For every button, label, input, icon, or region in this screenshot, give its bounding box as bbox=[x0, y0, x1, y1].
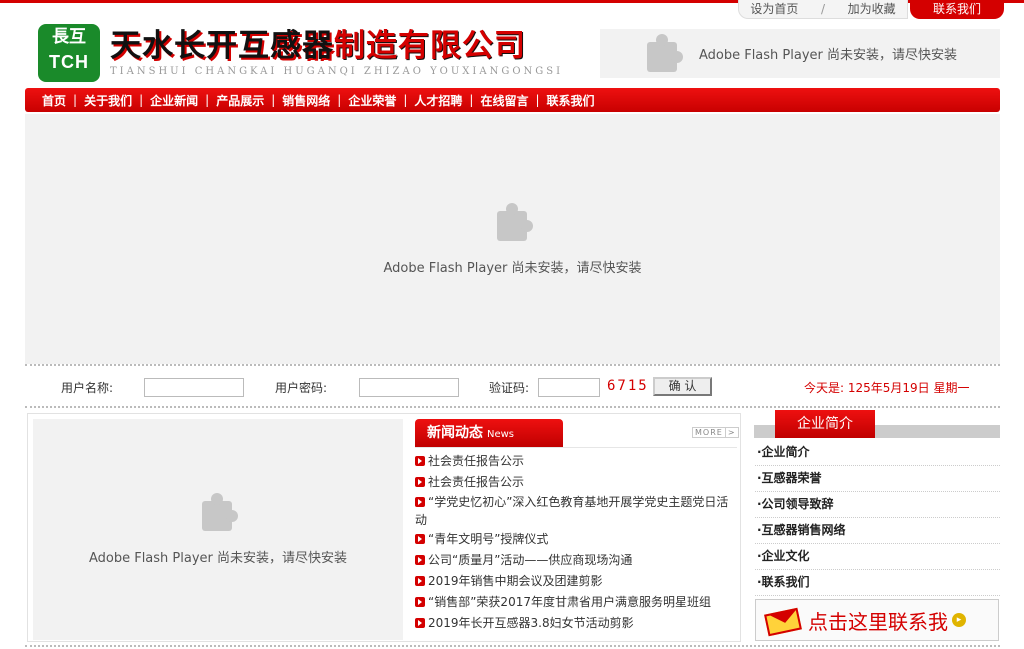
arrow-bullet-icon bbox=[415, 477, 425, 487]
sidebar-title: 企业简介 bbox=[775, 410, 875, 438]
arrow-bullet-icon bbox=[415, 534, 425, 544]
captcha-label: 验证码: bbox=[489, 381, 530, 395]
news-item[interactable]: 社会责任报告公示 bbox=[415, 472, 737, 493]
company-logo[interactable]: 長互 TCH 天水长开互感器制造有限公司 TIANSHUI CHANGKAI H… bbox=[38, 24, 572, 84]
flash-message: Adobe Flash Player 尚未安装，请尽快安装 bbox=[698, 48, 958, 63]
nav-item-honors[interactable]: 企业荣誉 bbox=[341, 92, 403, 109]
arrow-bullet-icon bbox=[415, 497, 425, 507]
news-item[interactable]: “销售部”荣获2017年度甘肃省用户满意服务明星班组 bbox=[415, 592, 737, 613]
flash-message: Adobe Flash Player 尚未安装，请尽快安装 bbox=[383, 260, 642, 276]
news-item[interactable]: 公司“质量月”活动——供应商现场沟通 bbox=[415, 550, 737, 571]
login-submit-button[interactable]: 确 认 bbox=[653, 377, 712, 396]
plugin-puzzle-icon bbox=[643, 33, 683, 74]
news-item-text: 社会责任报告公示 bbox=[428, 475, 525, 489]
top-contact-link[interactable]: 联系我们 bbox=[910, 0, 1004, 19]
news-item[interactable]: 2019年长开互感器3.8妇女节活动剪影 bbox=[415, 613, 737, 634]
arrow-bullet-icon bbox=[415, 597, 425, 607]
sidebar-item-profile[interactable]: ·企业简介 bbox=[755, 440, 1000, 466]
chevron-right-icon: ▸ bbox=[952, 613, 966, 627]
today-date: 今天是: 125年5月19日 星期一 bbox=[804, 381, 970, 395]
top-links-group: 设为首页 / 加为收藏 bbox=[738, 0, 908, 19]
news-item-text: “青年文明号”授牌仪式 bbox=[428, 532, 549, 546]
divider bbox=[25, 406, 1000, 408]
arrow-bullet-icon bbox=[415, 576, 425, 586]
nav-item-guestbook[interactable]: 在线留言 bbox=[473, 92, 535, 109]
captcha-code: 6715 bbox=[607, 378, 649, 394]
sidebar-list: ·企业简介 ·互感器荣誉 ·公司领导致辞 ·互感器销售网络 ·企业文化 ·联系我… bbox=[755, 440, 1000, 596]
password-label: 用户密码: bbox=[275, 381, 328, 395]
news-item-text: 2019年销售中期会议及团建剪影 bbox=[428, 574, 603, 588]
main-nav: 首页 | 关于我们 | 企业新闻 | 产品展示 | 销售网络 | 企业荣誉 | 人才招聘 | … bbox=[25, 88, 1000, 112]
news-more-link[interactable]: MORE > bbox=[692, 427, 739, 438]
news-item[interactable]: 2019年销售中期会议及团建剪影 bbox=[415, 571, 737, 592]
news-title: 新闻动态 bbox=[427, 425, 483, 441]
chevron-right-icon: > bbox=[724, 428, 736, 437]
more-label: MORE bbox=[695, 428, 723, 437]
contact-me-text: 点击这里联系我 bbox=[808, 609, 948, 634]
flash-placeholder-banner[interactable]: Adobe Flash Player 尚未安装，请尽快安装 bbox=[25, 114, 1000, 364]
nav-item-jobs[interactable]: 人才招聘 bbox=[407, 92, 469, 109]
set-homepage-link[interactable]: 设为首页 bbox=[750, 0, 798, 18]
company-name-part2: 制造有限公司 bbox=[334, 28, 526, 64]
flash-placeholder-header[interactable]: Adobe Flash Player 尚未安装，请尽快安装 bbox=[600, 29, 1000, 78]
sidebar-item-contact[interactable]: ·联系我们 bbox=[755, 570, 1000, 596]
logo-badge-chinese: 長互 bbox=[52, 27, 86, 47]
news-item-text: 社会责任报告公示 bbox=[428, 454, 525, 468]
news-item-text: “销售部”荣获2017年度甘肃省用户满意服务明星班组 bbox=[428, 595, 711, 609]
arrow-bullet-icon bbox=[415, 555, 425, 565]
plugin-puzzle-icon bbox=[198, 493, 238, 533]
sidebar-item-leader-speech[interactable]: ·公司领导致辞 bbox=[755, 492, 1000, 518]
arrow-bullet-icon bbox=[415, 456, 425, 466]
nav-item-home[interactable]: 首页 bbox=[35, 92, 73, 109]
news-item-text: “学党史忆初心”深入红色教育基地开展学党史主题党日活动 bbox=[415, 495, 729, 527]
username-input[interactable] bbox=[144, 378, 244, 397]
company-name-pinyin: TIANSHUI CHANGKAI HUGANQI ZHIZAO YOUXIAN… bbox=[110, 66, 564, 77]
flash-message: Adobe Flash Player 尚未安装，请尽快安装 bbox=[88, 551, 348, 566]
flash-placeholder-news[interactable]: Adobe Flash Player 尚未安装，请尽快安装 bbox=[33, 419, 403, 640]
news-item[interactable]: “青年文明号”授牌仪式 bbox=[415, 529, 737, 550]
arrow-bullet-icon bbox=[415, 618, 425, 628]
captcha-input[interactable] bbox=[538, 378, 600, 397]
news-item[interactable]: 社会责任报告公示 bbox=[415, 451, 737, 472]
divider bbox=[25, 645, 1000, 647]
news-header-line bbox=[415, 447, 737, 448]
news-item[interactable]: “学党史忆初心”深入红色教育基地开展学党史主题党日活动 bbox=[415, 493, 737, 529]
nav-item-about[interactable]: 关于我们 bbox=[77, 92, 139, 109]
sidebar-item-culture[interactable]: ·企业文化 bbox=[755, 544, 1000, 570]
plugin-puzzle-icon bbox=[493, 202, 533, 243]
nav-item-contact[interactable]: 联系我们 bbox=[540, 92, 602, 109]
username-label: 用户名称: bbox=[61, 381, 114, 395]
company-name: 天水长开互感器制造有限公司 bbox=[110, 24, 526, 68]
company-name-part1: 天水长开互感器 bbox=[110, 28, 334, 64]
sidebar-item-honors[interactable]: ·互感器荣誉 bbox=[755, 466, 1000, 492]
nav-item-news[interactable]: 企业新闻 bbox=[143, 92, 205, 109]
password-input[interactable] bbox=[359, 378, 459, 397]
top-links: 设为首页 / 加为收藏 联系我们 bbox=[738, 0, 1004, 19]
news-title-en: News bbox=[487, 429, 515, 440]
logo-badge: 長互 TCH bbox=[38, 24, 100, 82]
news-item-text: 2019年长开互感器3.8妇女节活动剪影 bbox=[428, 616, 634, 630]
news-header: 新闻动态 News bbox=[415, 419, 563, 447]
news-item-text: 公司“质量月”活动——供应商现场沟通 bbox=[428, 553, 633, 567]
login-bar: 用户名称: 用户密码: 验证码: 6715 确 认 今天是: 125年5月19日… bbox=[25, 369, 1000, 405]
divider bbox=[25, 364, 1000, 366]
sidebar-item-sales-network[interactable]: ·互感器销售网络 bbox=[755, 518, 1000, 544]
envelope-icon bbox=[764, 605, 802, 637]
add-favorite-link[interactable]: 加为收藏 bbox=[848, 0, 896, 18]
contact-me-banner[interactable]: 点击这里联系我 ▸ bbox=[755, 599, 999, 641]
nav-item-products[interactable]: 产品展示 bbox=[209, 92, 271, 109]
logo-badge-latin: TCH bbox=[49, 52, 89, 72]
nav-item-sales-network[interactable]: 销售网络 bbox=[275, 92, 337, 109]
top-links-separator: / bbox=[820, 2, 826, 16]
news-list: 社会责任报告公示 社会责任报告公示 “学党史忆初心”深入红色教育基地开展学党史主… bbox=[415, 451, 737, 634]
